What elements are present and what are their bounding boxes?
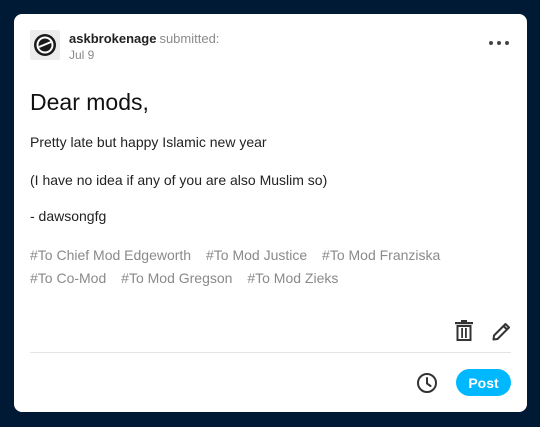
post-button[interactable]: Post [456, 369, 511, 396]
tag-list: #To Chief Mod Edgeworth #To Mod Justice … [30, 244, 510, 290]
submitted-label: submitted: [159, 31, 220, 46]
tag-link[interactable]: #To Mod Zieks [247, 270, 338, 286]
tag-link[interactable]: #To Co-Mod [30, 270, 106, 286]
clock-icon [417, 373, 437, 393]
username-link[interactable]: askbrokenage [69, 31, 156, 46]
submission-card: askbrokenage submitted: Jul 9 Dear mods, … [14, 14, 527, 412]
pencil-icon [492, 323, 510, 341]
post-paragraph: (I have no idea if any of you are also M… [30, 172, 328, 188]
submission-header: askbrokenage submitted: [69, 31, 219, 47]
trash-icon [455, 320, 473, 341]
post-title: Dear mods, [30, 89, 149, 115]
more-horizontal-icon [497, 41, 501, 45]
avatar[interactable] [30, 30, 60, 60]
post-paragraph: - dawsongfg [30, 208, 107, 224]
more-horizontal-icon [489, 41, 493, 45]
schedule-button[interactable] [416, 372, 438, 394]
edit-button[interactable] [491, 320, 513, 342]
delete-button[interactable] [454, 320, 474, 342]
tag-link[interactable]: #To Mod Gregson [121, 270, 232, 286]
more-horizontal-icon [505, 41, 509, 45]
submission-date: Jul 9 [69, 48, 95, 62]
footer-divider [30, 352, 511, 353]
avatar-logo-icon [34, 34, 56, 56]
more-options-button[interactable] [489, 40, 509, 46]
tag-link[interactable]: #To Chief Mod Edgeworth [30, 247, 191, 263]
post-paragraph: Pretty late but happy Islamic new year [30, 134, 267, 150]
tag-link[interactable]: #To Mod Franziska [322, 247, 440, 263]
tag-link[interactable]: #To Mod Justice [206, 247, 307, 263]
